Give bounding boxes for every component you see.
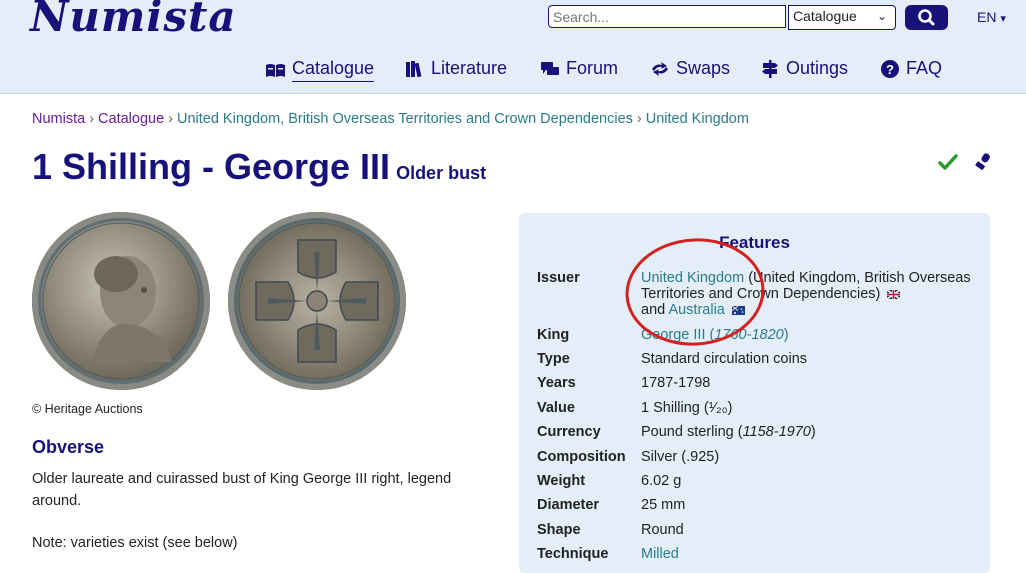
feature-value: Pound sterling (1158-1970) [641,424,816,440]
nav-faq[interactable]: ? FAQ [880,58,942,79]
books-icon [406,60,422,77]
annotation-circle [625,238,765,346]
breadcrumb: Numista › Catalogue › United Kingdom, Britis… [32,111,749,127]
nav-label: Forum [566,58,619,78]
feature-key: Diameter [537,497,600,513]
nav-swaps[interactable]: Swaps [650,58,730,79]
swaps-icon [652,61,668,76]
stamp-icon[interactable] [974,152,992,172]
svg-text:?: ? [886,62,894,77]
feature-key: Type [537,351,570,367]
feature-value: Standard circulation coins [641,351,808,367]
page-subtitle: Older bust [396,163,487,183]
shields-cross-image [238,222,396,380]
feature-value: 1787-1798 [641,375,711,391]
uk-flag-icon [887,289,901,299]
feature-key: Issuer [537,270,580,286]
feature-value: 1 Shilling (¹⁄₂₀) [641,400,733,416]
search-scope-select[interactable]: Catalogue ⌄ [788,5,896,30]
feature-key: King [537,327,570,343]
coin-obverse-image[interactable] [32,212,210,390]
checkmark-icon[interactable] [938,152,958,172]
breadcrumb-numista[interactable]: Numista [32,111,85,127]
nav-label: Swaps [676,58,731,78]
nav-outings[interactable]: Outings [760,58,848,79]
language-selector[interactable]: EN ▾ [977,9,1006,25]
site-header: Numista Catalogue ⌄ EN ▾ Catalogue [0,0,1026,94]
obverse-note: Note: varieties exist (see below) [32,535,238,551]
breadcrumb-country[interactable]: United Kingdom [646,111,749,127]
feature-key: Technique [537,546,609,562]
technique-link[interactable]: Milled [641,546,679,562]
nav-label: Literature [431,58,508,78]
currency-period: 1158-1970 [742,424,811,440]
search-icon [918,9,935,26]
feature-key: Weight [537,473,586,489]
nav-label: Catalogue [292,58,375,82]
feature-value: 6.02 g [641,473,682,489]
chevron-down-icon: ⌄ [876,9,887,23]
feature-key: Value [537,400,575,416]
feature-value: Round [641,522,684,538]
breadcrumb-separator: › [636,111,642,127]
feature-key: Composition [537,449,626,465]
breadcrumb-catalogue[interactable]: Catalogue [98,111,164,127]
feature-value: Silver (.925) [641,449,720,465]
coin-reverse-image[interactable] [228,212,406,390]
nav-forum[interactable]: Forum [540,58,618,79]
breadcrumb-region[interactable]: United Kingdom, British Overseas Territo… [177,111,633,127]
title-block: 1 Shilling - George III Older bust [32,146,486,188]
obverse-description: Older laureate and cuirassed bust of Kin… [32,471,452,509]
nav-label: FAQ [906,58,943,78]
help-icon: ? [881,59,899,78]
feature-key: Currency [537,424,601,440]
search-scope-value: Catalogue [793,8,857,24]
breadcrumb-separator: › [89,111,95,127]
feature-value: 25 mm [641,497,686,513]
page-title: 1 Shilling - George III [32,146,391,187]
feature-key: Years [537,375,576,391]
obverse-heading: Obverse [32,437,105,457]
image-copyright: © Heritage Auctions [32,402,143,416]
nav-literature[interactable]: Literature [405,58,507,79]
feature-key: Shape [537,522,581,538]
king-bust-image [42,222,200,380]
breadcrumb-separator: › [168,111,173,127]
chevron-down-icon: ▾ [1000,13,1006,25]
numista-logo[interactable]: Numista [30,0,237,41]
feature-value: Milled [641,546,981,562]
language-label: EN [977,9,997,25]
catalogue-icon [266,64,285,77]
nav-label: Outings [786,58,849,78]
forum-icon [541,61,559,75]
nav-catalogue[interactable]: Catalogue [265,58,375,82]
search-button[interactable] [905,5,948,30]
currency-name: Pound sterling [641,424,734,440]
search-input[interactable] [548,5,786,28]
signpost-icon [762,59,778,78]
